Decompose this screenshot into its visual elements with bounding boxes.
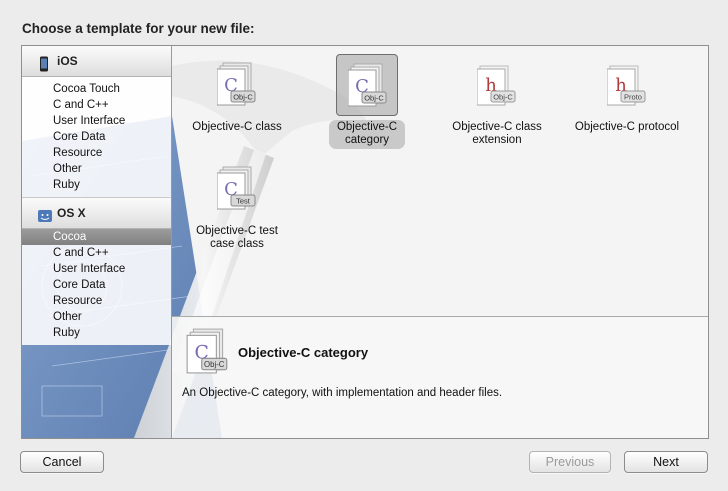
sidebar-item-ruby[interactable]: Ruby <box>22 325 171 341</box>
sidebar-item-user-interface[interactable]: User Interface <box>22 113 171 129</box>
template-icon-box: C Obj-C <box>206 54 268 116</box>
template-objc-class-extension[interactable]: h Obj-C Objective-C class extension <box>432 54 562 149</box>
template-label: Objective-C test case class <box>196 225 278 250</box>
svg-text:Obj-C: Obj-C <box>493 93 513 102</box>
sidebar-section-osx: OS X <box>22 197 171 229</box>
template-detail-pane: C Obj-C Objective-C category An Objectiv… <box>172 317 708 438</box>
template-objc-class[interactable]: C Obj-C Objective-C class <box>172 54 302 136</box>
sidebar-item-core-data[interactable]: Core Data <box>22 277 171 293</box>
svg-text:Proto: Proto <box>624 93 642 102</box>
previous-button[interactable]: Previous <box>529 451 611 473</box>
dialog-title: Choose a template for your new file: <box>22 21 255 36</box>
sidebar-item-other[interactable]: Other <box>22 309 171 325</box>
template-grid: C Obj-C Objective-C class C Obj-C Object <box>172 46 708 316</box>
objc-header-file-icon: h Obj-C <box>477 65 516 106</box>
objc-file-icon: C Obj-C <box>217 62 256 106</box>
sidebar-section-ios: iOS <box>22 46 171 77</box>
detail-title: Objective-C category <box>238 345 369 360</box>
template-objc-category[interactable]: C Obj-C Objective-C category <box>302 54 432 149</box>
svg-text:Obj-C: Obj-C <box>364 94 384 103</box>
objc-file-icon: C Obj-C <box>348 63 387 107</box>
template-category-sidebar: iOS Cocoa Touch C and C++ User Interface… <box>22 46 172 438</box>
mac-osx-icon <box>37 205 52 222</box>
sidebar-item-c-and-cpp[interactable]: C and C++ <box>22 245 171 261</box>
template-chooser-panel: iOS Cocoa Touch C and C++ User Interface… <box>21 45 709 439</box>
next-button[interactable]: Next <box>624 451 708 473</box>
template-objc-protocol[interactable]: h Proto Objective-C protocol <box>562 54 692 136</box>
template-objc-test-case-class[interactable]: C Test Objective-C test case class <box>172 158 302 253</box>
sidebar-item-user-interface[interactable]: User Interface <box>22 261 171 277</box>
objc-protocol-file-icon: h Proto <box>607 65 646 106</box>
sidebar-item-other[interactable]: Other <box>22 161 171 177</box>
svg-text:Test: Test <box>236 197 251 206</box>
sidebar-item-ruby[interactable]: Ruby <box>22 177 171 193</box>
objc-test-file-icon: C Test <box>217 166 256 210</box>
sidebar-item-core-data[interactable]: Core Data <box>22 129 171 145</box>
sidebar-item-cocoa[interactable]: Cocoa <box>22 229 171 245</box>
template-icon-box: C Obj-C <box>336 54 398 116</box>
sidebar-item-c-and-cpp[interactable]: C and C++ <box>22 97 171 113</box>
sidebar-item-resource[interactable]: Resource <box>22 145 171 161</box>
sidebar-item-cocoa-touch[interactable]: Cocoa Touch <box>22 81 171 97</box>
cancel-button[interactable]: Cancel <box>20 451 104 473</box>
iphone-icon <box>37 53 51 72</box>
category-list: iOS Cocoa Touch C and C++ User Interface… <box>22 46 171 345</box>
sidebar-section-label: OS X <box>57 206 86 220</box>
template-icon-box: C Test <box>206 158 268 220</box>
template-label: Objective-C category <box>328 120 406 149</box>
template-label: Objective-C class <box>192 121 282 133</box>
svg-text:Obj-C: Obj-C <box>233 93 253 102</box>
svg-text:Obj-C: Obj-C <box>204 360 225 369</box>
sidebar-section-label: iOS <box>57 54 78 68</box>
detail-description: An Objective-C category, with implementa… <box>182 387 503 399</box>
template-label: Objective-C class extension <box>452 121 542 146</box>
template-icon-box: h Proto <box>596 54 658 116</box>
template-label: Objective-C protocol <box>574 121 680 133</box>
objc-file-icon: C Obj-C <box>186 328 228 374</box>
sidebar-item-resource[interactable]: Resource <box>22 293 171 309</box>
template-icon-box: h Obj-C <box>466 54 528 116</box>
